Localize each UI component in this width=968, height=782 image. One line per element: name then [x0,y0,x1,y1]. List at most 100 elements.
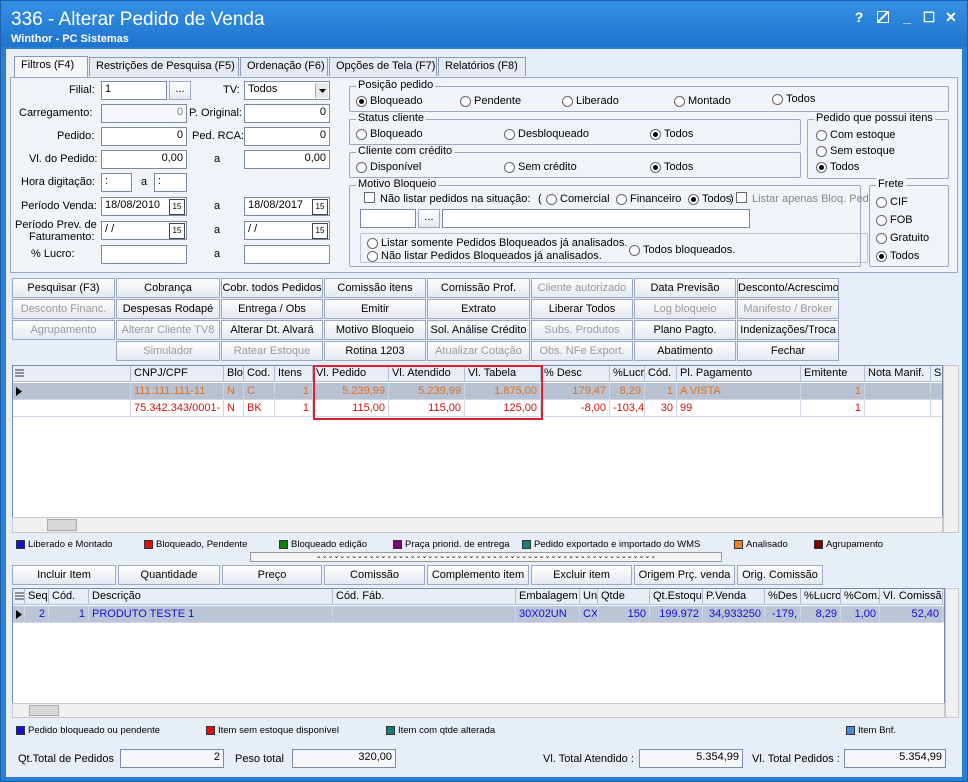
items-cell[interactable] [333,606,516,623]
motivo-desc-input[interactable] [442,209,750,228]
sit-comercial-radio[interactable]: Comercial [546,193,610,205]
item-orig-comiss-o-button[interactable]: Orig. Comissão [737,565,823,585]
items-cell[interactable]: 1 [49,606,89,623]
items-cell[interactable]: 8,29 [801,606,841,623]
orders-cell[interactable]: 99 [677,400,801,417]
orders-cell[interactable]: N [224,400,244,417]
posicao-montado-radio[interactable]: Montado [674,95,731,107]
action-comiss-o-prof-button[interactable]: Comissão Prof. [427,278,530,298]
carregamento-input[interactable]: 0 [101,104,187,123]
action-pesquisar-f3-button[interactable]: Pesquisar (F3) [12,278,115,298]
action-cobr-todos-pedidos-button[interactable]: Cobr. todos Pedidos [221,278,323,298]
orders-cell[interactable]: 179,47 [541,383,610,400]
action-desconto-acrescimo-button[interactable]: Desconto/Acrescimo [737,278,839,298]
orders-col-header[interactable]: % Desc [541,366,610,382]
help-button[interactable]: ? [849,7,869,27]
orders-col-header[interactable]: Itens [275,366,313,382]
frete-cif-radio[interactable]: CIF [876,196,908,208]
orders-cell[interactable]: 75.342.343/0001- [131,400,224,417]
action-simulador-button[interactable]: Simulador [116,341,220,361]
items-cell[interactable]: 1,00 [841,606,880,623]
tab-relatorios[interactable]: Relatórios (F8) [438,57,526,76]
items-hscroll[interactable] [12,703,945,718]
sit-todos-radio[interactable]: Todos [688,193,731,205]
item-comiss-o-button[interactable]: Comissão [324,565,425,585]
orders-cell[interactable]: 111.111.111-11 [131,383,224,400]
items-hscroll-thumb[interactable] [29,705,59,716]
action-desconto-financ-button[interactable]: Desconto Financ. [12,299,115,319]
orders-hscroll[interactable] [12,517,943,533]
action-atualizar-cota-o-button[interactable]: Atualizar Cotação [427,341,530,361]
calendar-icon[interactable]: 15 [312,199,328,215]
posicao-liberado-radio[interactable]: Liberado [562,95,619,107]
sit-financeiro-radio[interactable]: Financeiro [616,193,681,205]
items-col-header[interactable]: Descrição [89,589,333,605]
item-excluir-item-button[interactable]: Excluir item [531,565,632,585]
item-origem-pr-venda-button[interactable]: Origem Prç. venda [634,565,735,585]
possui-todos-radio[interactable]: Todos [816,161,859,173]
calendar-icon[interactable]: 15 [312,223,328,239]
items-col-header[interactable]: %Com. [841,589,880,605]
posicao-todos-radio[interactable]: Todos [772,93,815,105]
items-col-header[interactable]: Embalagem [516,589,580,605]
items-col-header[interactable]: Vl. Comissão [880,589,943,605]
orders-col-header[interactable]: Emitente [801,366,865,382]
items-cell[interactable]: 30X02UN [516,606,580,623]
nao-listar-checkbox[interactable] [364,192,375,203]
posicao-bloqueado-radio[interactable]: Bloqueado [356,95,423,107]
action-ratear-estoque-button[interactable]: Ratear Estoque [221,341,323,361]
orders-cell[interactable]: C [244,383,275,400]
possui-sem-estoque-radio[interactable]: Sem estoque [816,145,895,157]
possui-com-estoque-radio[interactable]: Com estoque [816,129,895,141]
close-button[interactable]: ✕ [941,7,961,27]
orders-col-header[interactable]: Cod. [244,366,275,382]
items-cell[interactable]: -179, [765,606,801,623]
vlpedido-from-input[interactable]: 0,00 [101,150,187,169]
credito-sem-radio[interactable]: Sem crédito [504,161,577,173]
action-fechar-button[interactable]: Fechar [737,341,839,361]
items-col-header[interactable]: %Des [765,589,801,605]
action-extrato-button[interactable]: Extrato [427,299,530,319]
items-col-header[interactable]: Qt.Estoque [650,589,703,605]
restore-icon[interactable] [873,7,893,27]
poriginal-input[interactable]: 0 [244,104,330,123]
orders-col-header[interactable]: Blo [224,366,244,382]
items-cell[interactable]: 52,40 [880,606,943,623]
items-col-header[interactable]: %Lucro [801,589,841,605]
orders-cell[interactable]: N [224,383,244,400]
frete-fob-radio[interactable]: FOB [876,214,913,226]
orders-cell[interactable]: 1 [801,383,865,400]
motivo-search-button[interactable]: ... [418,209,440,228]
action-cobran-a-button[interactable]: Cobrança [116,278,220,298]
action-alterar-dt-alvar-button[interactable]: Alterar Dt. Alvará [221,320,323,340]
action-sol-an-lise-cr-dito-button[interactable]: Sol. Análise Crédito [427,320,530,340]
orders-vscroll[interactable] [943,365,959,533]
action-rotina-1203-button[interactable]: Rotina 1203 [324,341,426,361]
orders-cell[interactable] [13,400,131,417]
filial-search-button[interactable]: ... [169,81,191,100]
orders-cell[interactable]: 1 [645,383,677,400]
orders-col-header[interactable]: Pl. Pagamento [677,366,801,382]
item-complemento-item-button[interactable]: Complemento item [427,565,529,585]
frete-todos-radio[interactable]: Todos [876,250,919,262]
grid-menu-icon[interactable] [15,592,24,601]
vlpedido-to-input[interactable]: 0,00 [244,150,330,169]
tab-restricoes[interactable]: Restrições de Pesquisa (F5) [89,57,239,76]
minimize-button[interactable]: _ [897,7,917,27]
credito-todos-radio[interactable]: Todos [650,161,693,173]
items-col-header[interactable]: Un [580,589,598,605]
action-data-previs-o-button[interactable]: Data Previsão [634,278,736,298]
items-grid[interactable]: Seq Cód. Descrição Cód. Fáb. Embalagem Un Qtde… [12,588,945,718]
status-bloqueado-radio[interactable]: Bloqueado [356,128,423,140]
hora-from-input[interactable]: : [101,173,132,192]
calendar-icon[interactable]: 15 [169,199,185,215]
orders-col-header[interactable]: Cód. [645,366,677,382]
orders-cell[interactable]: 8,29 [610,383,645,400]
calendar-icon[interactable]: 15 [169,223,185,239]
nao-listar-analisados-radio[interactable]: Não listar Pedidos Bloqueados já analisa… [367,250,602,262]
orders-cell[interactable]: 1 [801,400,865,417]
orders-cell[interactable] [931,383,942,400]
orders-cell[interactable]: 30 [645,400,677,417]
orders-col-header[interactable]: CNPJ/CPF [131,366,224,382]
items-vscroll[interactable] [945,588,959,718]
